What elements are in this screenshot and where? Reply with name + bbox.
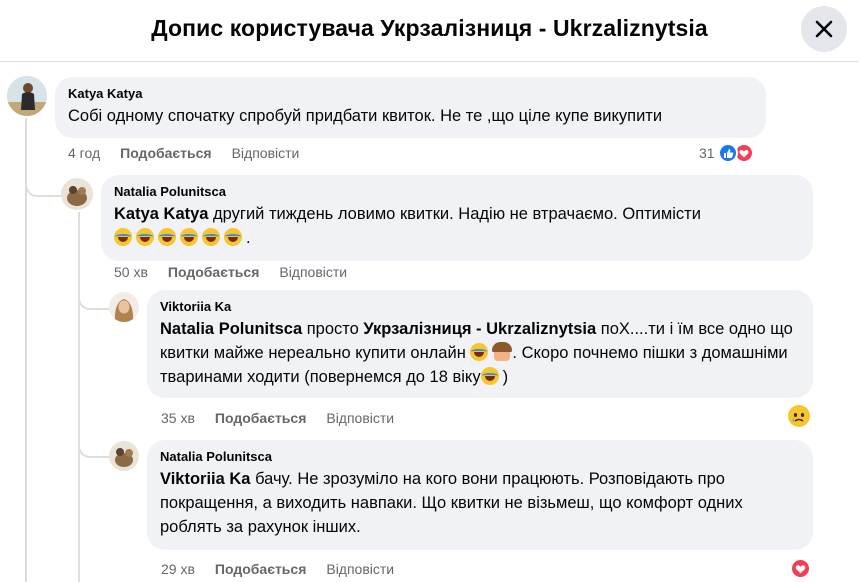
reply-button[interactable]: Відповісти <box>279 264 347 280</box>
close-button[interactable] <box>801 6 847 52</box>
comment-text: Natalia Polunitsca просто Укрзалізниця -… <box>160 317 801 389</box>
mention-link[interactable]: Natalia Polunitsca <box>160 320 302 338</box>
comment-actions: 35 хв Подобається Відповісти <box>161 410 394 426</box>
comment-bubble: Natalia Polunitsca Katya Katya другий ти… <box>101 175 813 261</box>
comment-author[interactable]: Natalia Polunitsca <box>114 183 801 200</box>
like-button[interactable]: Подобається <box>215 410 306 426</box>
laughing-emoji-icon <box>470 343 489 361</box>
comment-actions: 29 хв Подобається Відповісти <box>161 561 394 577</box>
like-button[interactable]: Подобається <box>120 145 211 161</box>
comment-text: Katya Katya другий тиждень ловимо квитки… <box>114 202 801 250</box>
laughing-emoji-icon <box>180 228 198 246</box>
comment-author[interactable]: Viktoriia Ka <box>160 298 801 315</box>
laughing-emoji-icon <box>480 367 499 385</box>
laughing-emoji-icon <box>224 228 242 246</box>
mention-link[interactable]: Katya Katya <box>114 205 208 223</box>
comment-text-body: просто <box>302 320 364 338</box>
comment-text-end: ) <box>502 368 509 386</box>
comment-time[interactable]: 35 хв <box>161 410 195 426</box>
comment-bubble: Viktoriia Ka Natalia Polunitsca просто У… <box>147 290 813 398</box>
mention-link[interactable]: Укрзалізниця - Ukrzaliznytsia <box>363 320 596 338</box>
comment-time[interactable]: 29 хв <box>161 561 195 577</box>
laughing-emoji-icon <box>158 228 176 246</box>
avatar-photo <box>109 292 139 322</box>
comment-text: Viktoriia Ka бачу. Не зрозуміло на кого … <box>160 467 801 539</box>
reaction-summary[interactable]: 31 <box>699 143 754 163</box>
reply-button[interactable]: Відповісти <box>326 410 394 426</box>
reaction-count: 31 <box>699 145 715 161</box>
comment-time[interactable]: 4 год <box>68 145 100 161</box>
love-icon <box>790 558 811 579</box>
comment-author[interactable]: Natalia Polunitsca <box>160 448 801 465</box>
reply-button[interactable]: Відповісти <box>232 145 300 161</box>
avatar-photo <box>61 178 93 210</box>
sad-icon <box>788 405 810 427</box>
laughing-emoji-icon <box>136 228 154 246</box>
thread-connector <box>25 175 61 197</box>
avatar[interactable] <box>7 76 47 116</box>
comment-bubble: Natalia Polunitsca Viktoriia Ka бачу. Не… <box>147 440 813 550</box>
comment-actions: 50 хв Подобається Відповісти <box>114 264 347 280</box>
like-icon <box>717 143 738 163</box>
dialog-header: Допис користувача Укрзалізниця - Ukrzali… <box>0 0 859 62</box>
comment-author[interactable]: Katya Katya <box>68 85 754 102</box>
like-button[interactable]: Подобається <box>215 561 306 577</box>
avatar[interactable] <box>109 441 139 471</box>
thread-line <box>78 212 80 582</box>
avatar-photo <box>7 76 47 116</box>
laughing-emoji-icon <box>114 228 132 246</box>
reaction-summary[interactable] <box>788 405 810 427</box>
comment-text-body: другий тиждень ловимо квитки. Надію не в… <box>208 205 701 223</box>
mention-link[interactable]: Viktoriia Ka <box>160 470 250 488</box>
dialog-title: Допис користувача Укрзалізниця - Ukrzali… <box>151 15 708 41</box>
avatar[interactable] <box>109 292 139 322</box>
comment-bubble: Katya Katya Собі одному спочатку спробуй… <box>55 77 766 138</box>
comment-actions: 4 год Подобається Відповісти <box>68 145 299 161</box>
reaction-summary[interactable] <box>790 558 811 579</box>
person-gesturing-emoji-icon <box>492 342 513 361</box>
comment-text: Собі одному спочатку спробуй придбати кв… <box>68 107 663 125</box>
laughing-emoji-icon <box>202 228 220 246</box>
comment-text-end: . <box>246 229 251 247</box>
thread-connector <box>78 438 110 458</box>
thread-connector <box>78 290 110 310</box>
close-icon <box>815 20 833 38</box>
comment-time[interactable]: 50 хв <box>114 264 148 280</box>
like-button[interactable]: Подобається <box>168 264 259 280</box>
reply-button[interactable]: Відповісти <box>326 561 394 577</box>
avatar[interactable] <box>61 178 93 210</box>
avatar-photo <box>109 441 139 471</box>
